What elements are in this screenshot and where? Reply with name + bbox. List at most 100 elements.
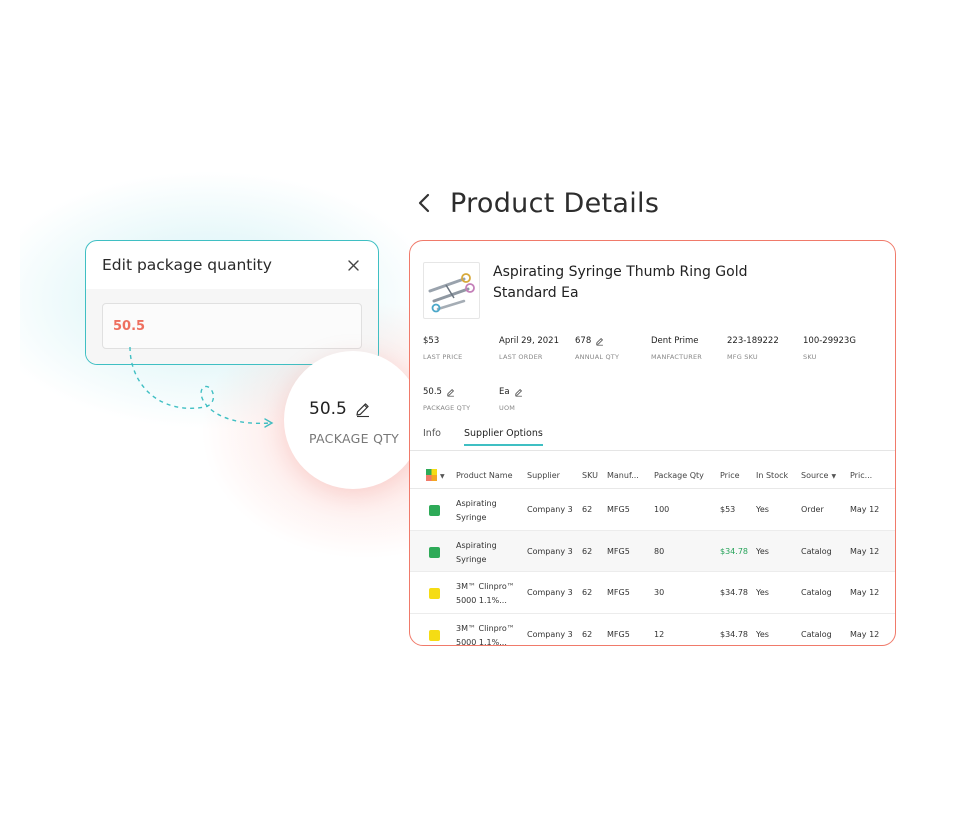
caret-down-icon: ▼ — [440, 472, 445, 480]
cell-source: Catalog — [801, 546, 832, 556]
cell-in-stock: Yes — [756, 629, 769, 639]
meta-mfg-sku: 223-189222 MFG SKU — [727, 336, 779, 361]
cell-manufacturer: MFG5 — [607, 505, 630, 514]
col-source-label: Source — [801, 471, 829, 480]
meta-value: 223-189222 — [727, 336, 779, 346]
caret-down-icon: ▼ — [831, 473, 837, 480]
col-price[interactable]: Price — [720, 471, 740, 480]
name-line: 5000 1.1%... — [456, 637, 507, 646]
cell-manufacturer: MFG5 — [607, 629, 630, 639]
meta-label: PACKAGE QTY — [423, 404, 471, 412]
table-row[interactable]: Aspirating Syringe Company 3 62 MFG5 80 $… — [410, 530, 895, 572]
cell-source: Order — [801, 505, 824, 514]
pencil-icon[interactable] — [595, 337, 604, 346]
meta-value-row: 678 — [575, 336, 619, 346]
meta-label: LAST ORDER — [499, 353, 543, 361]
product-name: Aspirating Syringe Thumb Ring Gold Stand… — [493, 264, 748, 301]
cell-supplier: Company 3 — [527, 629, 573, 639]
status-filter[interactable]: ▼ — [426, 469, 445, 481]
name-line: 3M™ Clinpro™ — [456, 623, 515, 633]
meta-value: 678 — [575, 336, 592, 346]
cell-price: $34.78 — [720, 546, 748, 556]
table-header: ▼ Product Name Supplier SKU Manuf... Pac… — [410, 463, 895, 489]
name-line: Syringe — [456, 513, 487, 522]
cell-product-name: 3M™ Clinpro™ 5000 1.1%... — [456, 622, 515, 646]
status-dot — [429, 505, 440, 516]
meta-label: MANFACTURER — [651, 353, 702, 361]
pencil-icon[interactable] — [354, 401, 371, 418]
cell-manufacturer: MFG5 — [607, 546, 630, 556]
col-supplier[interactable]: Supplier — [527, 471, 560, 480]
cell-price-date: May 12 — [850, 505, 880, 514]
cell-sku: 62 — [582, 588, 593, 597]
cell-in-stock: Yes — [756, 546, 769, 556]
tab-bar: Info Supplier Options — [410, 427, 895, 451]
cell-in-stock: Yes — [756, 505, 769, 514]
table-row[interactable]: 3M™ Clinpro™ 5000 1.1%... Company 3 62 MF… — [410, 614, 895, 646]
zoom-value: 50.5 — [309, 399, 347, 419]
col-source[interactable]: Source ▼ — [801, 471, 836, 480]
tab-supplier-options[interactable]: Supplier Options — [464, 428, 543, 446]
col-price-date[interactable]: Pric... — [850, 471, 872, 480]
table-row[interactable]: Aspirating Syringe Company 3 62 MFG5 100 … — [410, 489, 895, 531]
name-line: Syringe — [456, 554, 487, 564]
meta-manufacturer: Dent Prime MANFACTURER — [651, 336, 702, 361]
meta-annual-qty: 678 ANNUAL QTY — [575, 336, 619, 361]
name-line: Aspirating — [456, 540, 497, 550]
table-row[interactable]: 3M™ Clinpro™ 5000 1.1%... Company 3 62 MF… — [410, 572, 895, 614]
chevron-left-icon[interactable] — [412, 185, 436, 221]
pencil-icon[interactable] — [514, 388, 523, 397]
dialog-header: Edit package quantity — [86, 241, 378, 289]
cell-supplier: Company 3 — [527, 588, 573, 597]
cell-product-name: 3M™ Clinpro™ 5000 1.1%... — [456, 580, 515, 608]
cell-package-qty: 30 — [654, 588, 665, 597]
status-dot — [429, 588, 440, 599]
meta-value: 100-29923G — [803, 336, 856, 346]
col-manufacturer[interactable]: Manuf... — [607, 471, 639, 480]
package-quantity-input[interactable] — [102, 303, 362, 349]
dialog-title: Edit package quantity — [102, 256, 272, 274]
meta-label: SKU — [803, 353, 817, 361]
col-package-qty[interactable]: Package Qty — [654, 471, 704, 480]
status-dot — [429, 629, 440, 641]
cell-price-date: May 12 — [850, 588, 880, 597]
name-line: Aspirating — [456, 499, 497, 508]
product-details-panel: Aspirating Syringe Thumb Ring Gold Stand… — [409, 240, 896, 646]
meta-value-row: 50.5 — [423, 387, 470, 397]
col-in-stock[interactable]: In Stock — [756, 471, 788, 480]
package-qty-zoom: 50.5 PACKAGE QTY — [284, 351, 422, 489]
meta-last-order: April 29, 2021 LAST ORDER — [499, 336, 559, 361]
meta-value-row: Ea — [499, 387, 523, 397]
cell-price-date: May 12 — [850, 629, 880, 639]
cell-price: $34.78 — [720, 629, 748, 639]
cell-supplier: Company 3 — [527, 546, 573, 556]
zoom-label: PACKAGE QTY — [309, 431, 400, 446]
cell-product-name: Aspirating Syringe — [456, 539, 497, 567]
meta-value: 50.5 — [423, 387, 442, 397]
pencil-icon[interactable] — [446, 388, 455, 397]
page-title: Product Details — [450, 187, 660, 219]
cell-sku: 62 — [582, 505, 593, 514]
status-dot — [429, 546, 440, 558]
syringe-image — [428, 273, 475, 313]
cell-price-date: May 12 — [850, 546, 880, 556]
col-product-name[interactable]: Product Name — [456, 471, 513, 480]
cell-sku: 62 — [582, 546, 593, 556]
cell-package-qty: 100 — [654, 505, 670, 514]
meta-value: Ea — [499, 387, 510, 397]
status-color-icon — [426, 469, 437, 481]
product-thumbnail — [423, 262, 480, 319]
meta-value: Dent Prime — [651, 336, 699, 346]
meta-last-price: $53 LAST PRICE — [423, 336, 462, 361]
cell-manufacturer: MFG5 — [607, 588, 630, 597]
meta-value: April 29, 2021 — [499, 336, 559, 346]
tab-info[interactable]: Info — [423, 428, 441, 439]
close-icon[interactable] — [344, 256, 362, 274]
col-sku[interactable]: SKU — [582, 471, 598, 480]
cell-source: Catalog — [801, 629, 832, 639]
meta-uom: Ea UOM — [499, 387, 523, 412]
meta-label: ANNUAL QTY — [575, 353, 620, 361]
cell-in-stock: Yes — [756, 588, 769, 597]
meta-sku: 100-29923G SKU — [803, 336, 856, 361]
cell-source: Catalog — [801, 588, 832, 597]
